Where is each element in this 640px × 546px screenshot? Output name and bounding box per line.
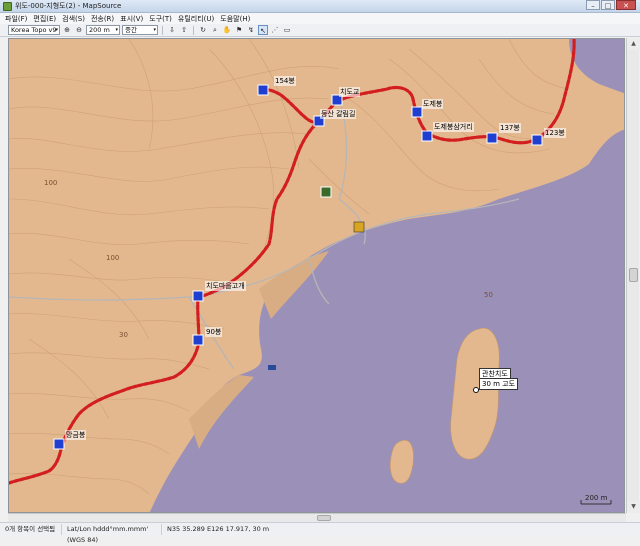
toolbar-separator — [162, 25, 163, 35]
horizontal-scroll-thumb[interactable] — [317, 515, 331, 521]
title-bar: 위도-000-지형도(2) - MapSource – □ ✕ — [0, 0, 640, 13]
chevron-down-icon: ▾ — [55, 27, 58, 33]
hiker-icon[interactable] — [531, 134, 543, 146]
selection-tool-icon[interactable]: ↖ — [258, 25, 268, 35]
summit-marker-icon[interactable] — [473, 387, 479, 393]
facility-icon[interactable] — [353, 221, 365, 233]
chevron-down-icon: ▾ — [115, 27, 118, 33]
hiker-icon[interactable] — [421, 130, 433, 142]
detail-value: 중간 — [125, 26, 137, 34]
menu-transfer[interactable]: 전송(R) — [88, 14, 117, 24]
label-peak-90: 90봉 — [205, 327, 223, 337]
route-tool-icon[interactable]: ↯ — [246, 25, 256, 35]
toolbar: Korea Topo v9 ▾ ⊕ ⊖ 200 m ▾ 중간 ▾ ⇩ ⇧ ↻ ⌕… — [0, 24, 640, 37]
label-dochi-peak: 도제봉 — [422, 99, 444, 109]
label-peak-154: 154봉 — [274, 76, 296, 86]
boat-icon — [268, 365, 276, 370]
label-chido-pass: 치도마을고개 — [205, 281, 246, 291]
menu-edit[interactable]: 편집(E) — [30, 14, 59, 24]
label-mangeum-peak: 망금봉 — [65, 430, 87, 440]
waypoint-tool-icon[interactable]: ⚑ — [234, 25, 244, 35]
menu-bar: 파일(F) 편집(E) 검색(S) 전송(R) 표시(V) 도구(T) 유틸리티… — [0, 13, 640, 24]
hiker-icon[interactable] — [192, 290, 204, 302]
app-icon — [3, 1, 12, 11]
status-selection: 0개 항목이 선택됨 — [0, 523, 62, 535]
menu-tools[interactable]: 도구(T) — [146, 14, 175, 24]
scroll-down-icon[interactable]: ▼ — [627, 501, 640, 513]
zoom-value: 200 m — [89, 26, 110, 34]
window-title: 위도-000-지형도(2) - MapSource — [15, 2, 122, 10]
zoom-in-icon[interactable]: ⊕ — [62, 25, 72, 35]
label-peak-137: 137봉 — [499, 123, 521, 133]
send-to-device-icon[interactable]: ⇧ — [179, 25, 189, 35]
menu-utilities[interactable]: 유틸리티(U) — [175, 14, 217, 24]
hiker-icon[interactable] — [411, 106, 423, 118]
menu-view[interactable]: 표시(V) — [117, 14, 146, 24]
map-tool-icon[interactable]: ↻ — [198, 25, 208, 35]
label-dochi-junction: 도제봉삼거리 — [433, 122, 474, 132]
vertical-scrollbar[interactable]: ▲ ▼ — [626, 38, 640, 513]
hiker-icon[interactable] — [486, 132, 498, 144]
menu-search[interactable]: 검색(S) — [59, 14, 88, 24]
vertical-scroll-thumb[interactable] — [629, 268, 638, 282]
label-parking: 등산 갈림길 — [320, 109, 357, 119]
toolbar-separator — [193, 25, 194, 35]
zoom-out-icon[interactable]: ⊖ — [74, 25, 84, 35]
minimize-button[interactable]: – — [586, 0, 600, 10]
measure-tool-icon[interactable]: ▭ — [282, 25, 292, 35]
receive-from-device-icon[interactable]: ⇩ — [167, 25, 177, 35]
hiker-icon[interactable] — [257, 84, 269, 96]
close-button[interactable]: ✕ — [616, 0, 636, 10]
contour-label: 50 — [484, 291, 493, 299]
status-position-format: Lat/Lon hddd°mm.mmm' (WGS 84) — [62, 523, 162, 544]
hiker-icon[interactable] — [192, 334, 204, 346]
map-canvas[interactable]: 154봉 치도교 도제봉 도제봉삼거리 137봉 123봉 등산 갈림길 치도마… — [8, 38, 625, 513]
status-coordinates: N35 35.289 E126 17.917, 30 m — [167, 524, 270, 533]
detail-select[interactable]: 중간 ▾ — [122, 25, 158, 35]
label-peak-123: 123봉 — [544, 128, 566, 138]
label-island-altitude: 30 m 고도 — [479, 378, 519, 390]
zoom-tool-icon[interactable]: ⌕ — [210, 25, 220, 35]
maximize-button[interactable]: □ — [601, 0, 615, 10]
scroll-up-icon[interactable]: ▲ — [627, 38, 640, 50]
hiker-icon[interactable] — [53, 438, 65, 450]
hand-tool-icon[interactable]: ✋ — [222, 25, 232, 35]
map-svg — [9, 39, 624, 512]
track-tool-icon[interactable]: ⋰ — [270, 25, 280, 35]
menu-file[interactable]: 파일(F) — [2, 14, 30, 24]
window-controls: – □ ✕ — [586, 0, 636, 10]
label-peak-top: 치도교 — [339, 87, 361, 97]
map-product-value: Korea Topo v9 — [11, 26, 57, 34]
menu-help[interactable]: 도움말(H) — [217, 14, 253, 24]
map-product-select[interactable]: Korea Topo v9 ▾ — [8, 25, 60, 35]
contour-label: 100 — [106, 254, 120, 262]
zoom-select[interactable]: 200 m ▾ — [86, 25, 120, 35]
parking-icon[interactable] — [320, 186, 332, 198]
contour-label: 100 — [44, 179, 58, 187]
contour-label: 30 — [119, 331, 128, 339]
horizontal-scrollbar[interactable] — [8, 513, 626, 522]
status-bar: 0개 항목이 선택됨 Lat/Lon hddd°mm.mmm' (WGS 84)… — [0, 522, 640, 544]
scale-label: 200 m — [585, 494, 608, 502]
chevron-down-icon: ▾ — [153, 27, 156, 33]
